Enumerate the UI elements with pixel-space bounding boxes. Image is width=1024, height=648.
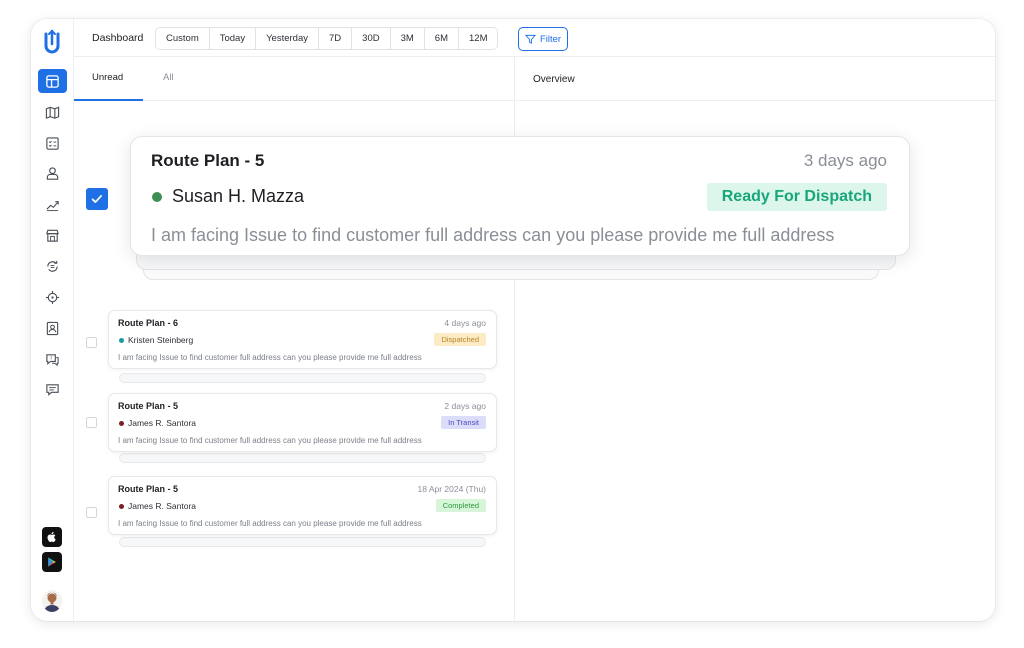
list-item[interactable]: Route Plan - 5 2 days ago James R. Santo… <box>108 393 497 452</box>
card-checkbox[interactable] <box>86 337 97 348</box>
card-stack-shadow <box>119 537 486 547</box>
card-checkbox[interactable] <box>86 507 97 518</box>
card-title: Route Plan - 5 <box>118 484 179 494</box>
range-7d-button[interactable]: 7D <box>319 28 353 49</box>
card-time: 2 days ago <box>444 401 486 411</box>
active-tab-indicator <box>74 99 143 101</box>
dashboard-icon[interactable] <box>38 69 67 93</box>
overview-title: Overview <box>533 74 575 85</box>
avatar[interactable] <box>42 590 62 612</box>
status-dot <box>119 504 124 509</box>
checkmark-icon <box>91 195 102 203</box>
date-range-selector: Custom Today Yesterday 7D 30D 3M 6M 12M <box>155 27 499 50</box>
exchange-icon[interactable] <box>38 254 67 278</box>
sidebar: ? <box>31 19 74 621</box>
card-stack-shadow <box>119 373 486 383</box>
app-logo-icon[interactable] <box>40 28 64 56</box>
store-icon[interactable] <box>38 223 67 247</box>
card-message: I am facing Issue to find customer full … <box>118 519 422 528</box>
range-today-button[interactable]: Today <box>209 28 257 49</box>
card-time: 4 days ago <box>444 318 486 328</box>
card-stack-shadow <box>119 453 486 463</box>
card-message: I am facing Issue to find customer full … <box>118 353 422 362</box>
top-bar: Dashboard Custom Today Yesterday 7D 30D … <box>74 19 995 57</box>
card-title: Route Plan - 5 <box>118 401 179 411</box>
featured-card-time: 3 days ago <box>803 151 887 170</box>
card-message: I am facing Issue to find customer full … <box>118 436 422 445</box>
featured-card-title: Route Plan - 5 <box>151 151 265 170</box>
driver-icon[interactable] <box>38 161 67 185</box>
filter-icon <box>524 34 536 44</box>
contacts-icon[interactable] <box>38 316 67 340</box>
featured-card-message: I am facing Issue to find customer full … <box>151 225 835 245</box>
card-time: 18 Apr 2024 (Thu) <box>417 484 486 494</box>
status-badge: Ready For Dispatch <box>706 183 887 211</box>
location-target-icon[interactable] <box>38 285 67 309</box>
tab-all[interactable]: All <box>163 72 174 83</box>
range-30d-button[interactable]: 30D <box>352 28 391 49</box>
overview-panel-header: Overview <box>515 57 995 101</box>
list-item[interactable]: Route Plan - 6 4 days ago Kristen Steinb… <box>108 310 497 369</box>
card-checkbox[interactable] <box>86 417 97 428</box>
card-title: Route Plan - 6 <box>118 318 179 328</box>
checklist-icon[interactable] <box>38 131 67 155</box>
range-6m-button[interactable]: 6M <box>424 28 459 49</box>
status-dot <box>152 192 162 202</box>
filter-button[interactable]: Filter <box>518 27 568 51</box>
card-driver-name: Kristen Steinberg <box>128 335 194 345</box>
range-12m-button[interactable]: 12M <box>459 28 498 49</box>
status-dot <box>119 338 124 343</box>
featured-card-driver-name: Susan H. Mazza <box>172 186 305 206</box>
tab-unread[interactable]: Unread <box>92 72 123 83</box>
status-badge: Dispatched <box>434 333 486 346</box>
range-custom-button[interactable]: Custom <box>156 28 210 49</box>
list-item[interactable]: Route Plan - 5 18 Apr 2024 (Thu) James R… <box>108 476 497 535</box>
map-icon[interactable] <box>38 100 67 124</box>
notification-tabs: Unread All <box>74 57 514 101</box>
card-driver-name: James R. Santora <box>128 501 197 511</box>
filter-button-label: Filter <box>539 33 562 45</box>
message-icon[interactable] <box>38 377 67 401</box>
status-badge: Completed <box>435 499 486 512</box>
analytics-icon[interactable] <box>38 192 67 216</box>
page-title: Dashboard <box>92 32 144 44</box>
status-badge: In Transit <box>441 416 486 429</box>
google-play-icon[interactable] <box>42 552 62 572</box>
card-driver-name: James R. Santora <box>128 418 197 428</box>
status-dot <box>119 421 124 426</box>
range-3m-button[interactable]: 3M <box>390 28 425 49</box>
range-yesterday-button[interactable]: Yesterday <box>256 28 319 49</box>
app-window: ? Dashboard Custom Today Yesterday 7D 30… <box>31 19 995 621</box>
apple-store-icon[interactable] <box>42 527 62 547</box>
featured-card-checkbox[interactable] <box>86 188 108 210</box>
featured-notification-card[interactable]: Route Plan - 5 3 days ago Susan H. Mazza… <box>130 136 910 256</box>
help-chat-icon[interactable]: ? <box>38 347 67 371</box>
